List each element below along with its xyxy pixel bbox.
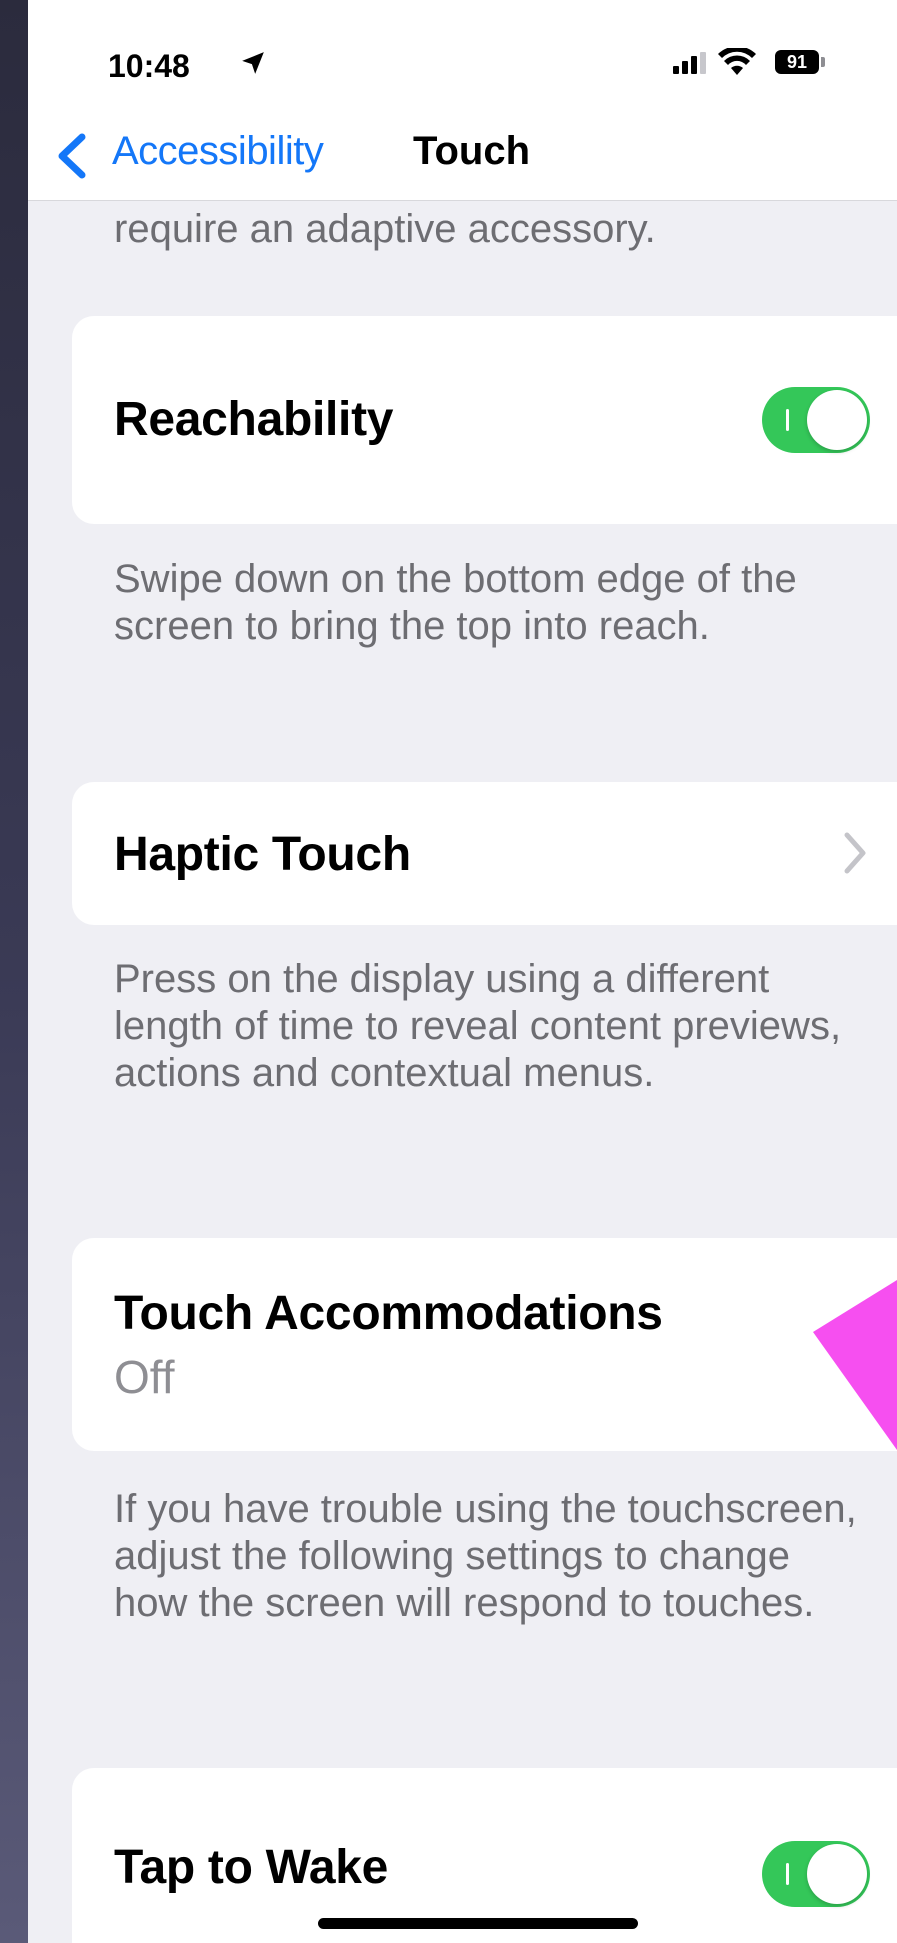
battery-cap xyxy=(821,57,825,67)
reachability-toggle[interactable] xyxy=(762,387,870,453)
touch-accommodations-label: Touch Accommodations xyxy=(114,1287,663,1340)
haptic-touch-label: Haptic Touch xyxy=(114,828,411,881)
reachability-label: Reachability xyxy=(114,393,394,446)
haptic-touch-row[interactable]: Haptic Touch xyxy=(72,782,897,925)
tap-to-wake-label: Tap to Wake xyxy=(114,1841,389,1894)
tap-to-wake-row[interactable]: Tap to Wake xyxy=(72,1768,897,1943)
wifi-icon xyxy=(718,48,756,75)
phone-screen: 10:48 91 Accessibility Touch require an … xyxy=(28,0,897,1943)
section-footer-adaptive: require an adaptive accessory. xyxy=(114,207,656,251)
page-title: Touch xyxy=(413,129,531,173)
location-arrow-icon xyxy=(242,52,264,74)
back-chevron-icon[interactable] xyxy=(54,133,90,179)
battery-icon: 91 xyxy=(775,50,819,74)
toggle-knob xyxy=(807,1844,867,1904)
toggle-on-mark xyxy=(786,1863,789,1885)
status-time: 10:48 xyxy=(108,48,190,84)
touch-accommodations-footer: If you have trouble using the touchscree… xyxy=(114,1487,857,1625)
cellular-signal-icon xyxy=(673,52,706,74)
home-indicator[interactable] xyxy=(318,1918,638,1929)
touch-accommodations-row[interactable]: Touch Accommodations Off xyxy=(72,1238,897,1451)
touch-accommodations-value: Off xyxy=(114,1351,175,1403)
haptic-touch-footer: Press on the display using a different l… xyxy=(114,957,842,1095)
chevron-right-icon xyxy=(844,832,866,874)
back-button[interactable]: Accessibility xyxy=(112,129,324,174)
toggle-on-mark xyxy=(786,409,789,431)
status-bar: 10:48 91 xyxy=(28,0,897,120)
annotation-arrow-icon xyxy=(813,1280,897,1450)
tap-to-wake-toggle[interactable] xyxy=(762,1841,870,1907)
reachability-footer: Swipe down on the bottom edge of the scr… xyxy=(114,557,797,648)
reachability-row[interactable]: Reachability xyxy=(72,316,897,524)
toggle-knob xyxy=(807,390,867,450)
